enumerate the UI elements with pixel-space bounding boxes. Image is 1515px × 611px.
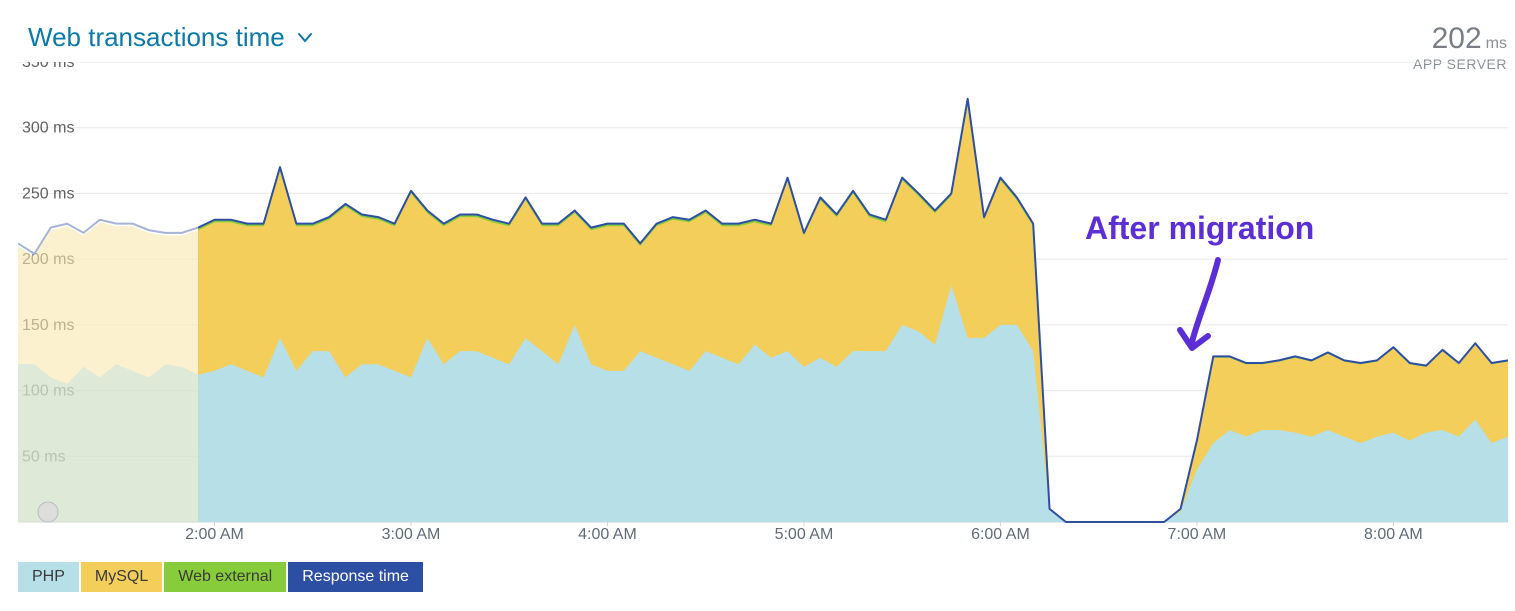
svg-text:4:00 AM: 4:00 AM bbox=[578, 526, 637, 540]
svg-text:2:00 AM: 2:00 AM bbox=[185, 526, 244, 540]
chart-title-dropdown[interactable]: Web transactions time bbox=[28, 22, 313, 53]
area-chart[interactable]: 50 ms100 ms150 ms200 ms250 ms300 ms350 m… bbox=[18, 62, 1508, 540]
svg-text:350 ms: 350 ms bbox=[22, 62, 74, 71]
legend-item-resp[interactable]: Response time bbox=[288, 562, 423, 592]
svg-text:7:00 AM: 7:00 AM bbox=[1168, 526, 1227, 540]
svg-text:5:00 AM: 5:00 AM bbox=[775, 526, 834, 540]
legend-item-webex[interactable]: Web external bbox=[164, 562, 286, 592]
svg-text:3:00 AM: 3:00 AM bbox=[382, 526, 441, 540]
legend-bar: PHP MySQL Web external Response time bbox=[18, 562, 423, 592]
stat-unit: ms bbox=[1486, 35, 1507, 52]
legend-item-php[interactable]: PHP bbox=[18, 562, 79, 592]
chevron-down-icon bbox=[297, 32, 313, 44]
chart-title-label: Web transactions time bbox=[28, 22, 285, 53]
svg-text:250 ms: 250 ms bbox=[22, 185, 74, 202]
svg-text:8:00 AM: 8:00 AM bbox=[1364, 526, 1423, 540]
svg-text:6:00 AM: 6:00 AM bbox=[971, 526, 1030, 540]
stat-value: 202 bbox=[1432, 22, 1482, 56]
svg-text:300 ms: 300 ms bbox=[22, 120, 74, 137]
legend-item-mysql[interactable]: MySQL bbox=[81, 562, 162, 592]
